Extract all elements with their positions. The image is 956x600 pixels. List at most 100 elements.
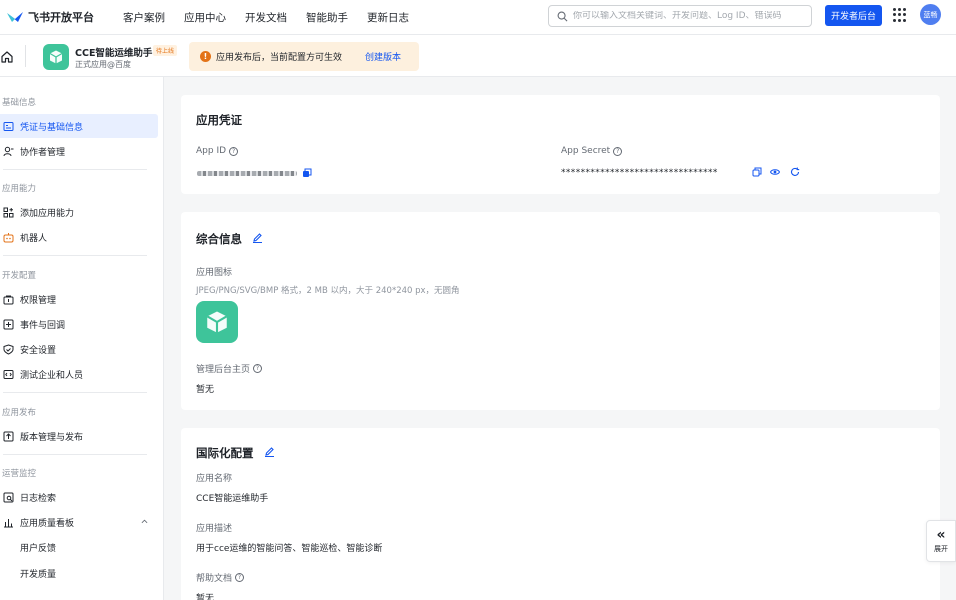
help-icon[interactable]: ? — [235, 573, 245, 582]
help-icon[interactable]: ? — [229, 146, 239, 156]
collaborator-icon — [3, 146, 14, 157]
sidebar-item-versions[interactable]: 版本管理与发布 — [0, 424, 158, 448]
cube-icon — [206, 311, 228, 333]
sidebar-divider — [3, 454, 147, 455]
test-icon — [3, 369, 14, 380]
developer-console-button[interactable]: 开发者后台 — [825, 5, 882, 26]
sidebar-group-dev: 开发配置 — [2, 271, 37, 281]
sidebar-item-collaborators[interactable]: 协作者管理 — [0, 139, 158, 163]
status-badge: 待上线 — [153, 45, 178, 56]
sidebar-item-credentials[interactable]: 凭证与基础信息 — [0, 114, 158, 138]
app-desc-label: 应用描述 — [196, 524, 233, 534]
sidebar-item-label: 测试企业和人员 — [20, 370, 84, 381]
create-version-link[interactable]: 创建版本 — [365, 50, 401, 63]
general-info-card: 综合信息 应用图标 JPEG/PNG/SVG/BMP 格式，2 MB 以内，大于… — [181, 212, 940, 410]
refresh-icon[interactable] — [790, 167, 800, 177]
sidebar-item-permissions[interactable]: 权限管理 — [0, 287, 158, 311]
general-title: 综合信息 — [196, 232, 242, 246]
nav-link-assistant[interactable]: 智能助手 — [306, 10, 348, 25]
expand-label: 展开 — [934, 545, 948, 553]
help-icon[interactable]: ? — [613, 146, 623, 156]
sidebar-item-robot[interactable]: 机器人 — [0, 225, 158, 249]
sidebar-item-label: 机器人 — [20, 233, 48, 244]
app-secret-value: ******************************** — [561, 168, 718, 178]
sidebar-item-dev-quality[interactable]: 开发质量 — [0, 561, 158, 585]
app-id-label: App ID ? — [196, 146, 239, 156]
expand-panel-button[interactable]: « 展开 — [926, 520, 956, 562]
permission-icon — [3, 294, 14, 305]
warning-icon: ! — [200, 51, 211, 62]
nav-link-docs[interactable]: 开发文档 — [245, 10, 287, 25]
copy-app-id-icon[interactable] — [302, 168, 312, 178]
chevron-up-icon[interactable] — [141, 518, 148, 525]
version-icon — [3, 431, 14, 442]
app-secret-label-text: App Secret — [561, 146, 611, 156]
sidebar-group-monitor: 运营监控 — [2, 469, 37, 479]
app-icon-hint: JPEG/PNG/SVG/BMP 格式，2 MB 以内，大于 240*240 p… — [196, 286, 460, 296]
nav-link-changelog[interactable]: 更新日志 — [367, 10, 409, 25]
app-header: CCE智能运维助手 待上线 正式应用@百度 ! 应用发布后，当前配置方可生效 创… — [0, 35, 956, 77]
search-icon — [557, 11, 568, 21]
app-icon-label: 应用图标 — [196, 268, 233, 278]
sidebar-group-capability: 应用能力 — [2, 184, 37, 194]
sidebar-item-events[interactable]: 事件与回调 — [0, 312, 158, 336]
app-id-value-redacted — [197, 171, 297, 176]
app-logo — [43, 44, 69, 70]
app-id-label-text: App ID — [196, 146, 227, 156]
sidebar-item-label: 应用质量看板 — [20, 518, 75, 529]
help-doc-label: 帮助文档 ? — [196, 571, 245, 584]
i18n-card: 国际化配置 应用名称 CCE智能运维助手 应用描述 用于cce运维的智能问答、智… — [181, 428, 940, 600]
brand[interactable]: 飞书开放平台 — [6, 9, 118, 25]
home-icon[interactable] — [0, 50, 14, 64]
add-capability-icon — [3, 207, 14, 218]
sidebar-group-publish: 应用发布 — [2, 408, 37, 418]
double-chevron-left-icon: « — [936, 527, 946, 543]
shield-icon — [3, 343, 14, 355]
sidebar-item-add-capability[interactable]: 添加应用能力 — [0, 200, 158, 224]
copy-secret-icon[interactable] — [752, 167, 762, 177]
eye-icon[interactable] — [770, 167, 780, 177]
sidebar: 基础信息 凭证与基础信息 协作者管理 应用能力 添加应用能力 机器人 开发配置 … — [0, 77, 164, 600]
app-secret-label: App Secret ? — [561, 146, 623, 156]
i18n-title: 国际化配置 — [196, 446, 254, 460]
sidebar-item-user-feedback[interactable]: 用户反馈 — [0, 535, 158, 559]
edit-icon[interactable] — [264, 446, 275, 457]
help-doc-value: 暂无 — [196, 594, 215, 600]
nav-link-app-center[interactable]: 应用中心 — [184, 10, 226, 25]
sidebar-item-test-tenant[interactable]: 测试企业和人员 — [0, 362, 158, 386]
credentials-title: 应用凭证 — [196, 113, 242, 127]
sidebar-item-label: 开发质量 — [20, 569, 57, 580]
sidebar-divider — [3, 392, 147, 393]
app-name-value: CCE智能运维助手 — [196, 494, 269, 504]
publish-notice: ! 应用发布后，当前配置方可生效 创建版本 — [189, 42, 419, 71]
sidebar-item-label: 用户反馈 — [20, 543, 57, 554]
sidebar-item-logs[interactable]: 日志检索 — [0, 485, 158, 509]
help-icon[interactable]: ? — [253, 364, 263, 373]
feishu-logo-icon — [7, 12, 23, 22]
cube-icon — [49, 50, 63, 64]
sidebar-item-label: 日志检索 — [20, 493, 57, 504]
sidebar-item-label: 凭证与基础信息 — [20, 122, 84, 133]
edit-icon[interactable] — [252, 232, 263, 243]
event-icon — [3, 319, 14, 330]
sidebar-item-security[interactable]: 安全设置 — [0, 337, 158, 361]
help-doc-label-text: 帮助文档 — [196, 574, 233, 584]
sidebar-item-label: 权限管理 — [20, 295, 57, 306]
nav-link-cases[interactable]: 客户案例 — [123, 10, 165, 25]
avatar[interactable]: 蓝畅 — [920, 4, 941, 25]
homepage-label: 管理后台主页 ? — [196, 362, 263, 375]
app-icon-preview[interactable] — [196, 301, 238, 343]
app-name: CCE智能运维助手 — [75, 48, 153, 59]
sidebar-item-label: 添加应用能力 — [20, 208, 75, 219]
search-input[interactable] — [573, 11, 811, 21]
sidebar-item-label: 版本管理与发布 — [20, 432, 84, 443]
apps-grid-icon[interactable] — [893, 8, 907, 22]
robot-icon — [3, 232, 14, 243]
sidebar-group-basic: 基础信息 — [2, 98, 37, 108]
sidebar-item-quality-board[interactable]: 应用质量看板 — [0, 510, 158, 534]
sidebar-item-label: 协作者管理 — [20, 147, 66, 158]
credentials-card: 应用凭证 App ID ? App Secret ? *************… — [181, 95, 940, 194]
sidebar-divider — [3, 169, 147, 170]
brand-name: 飞书开放平台 — [28, 11, 94, 24]
search-box[interactable] — [548, 5, 812, 27]
